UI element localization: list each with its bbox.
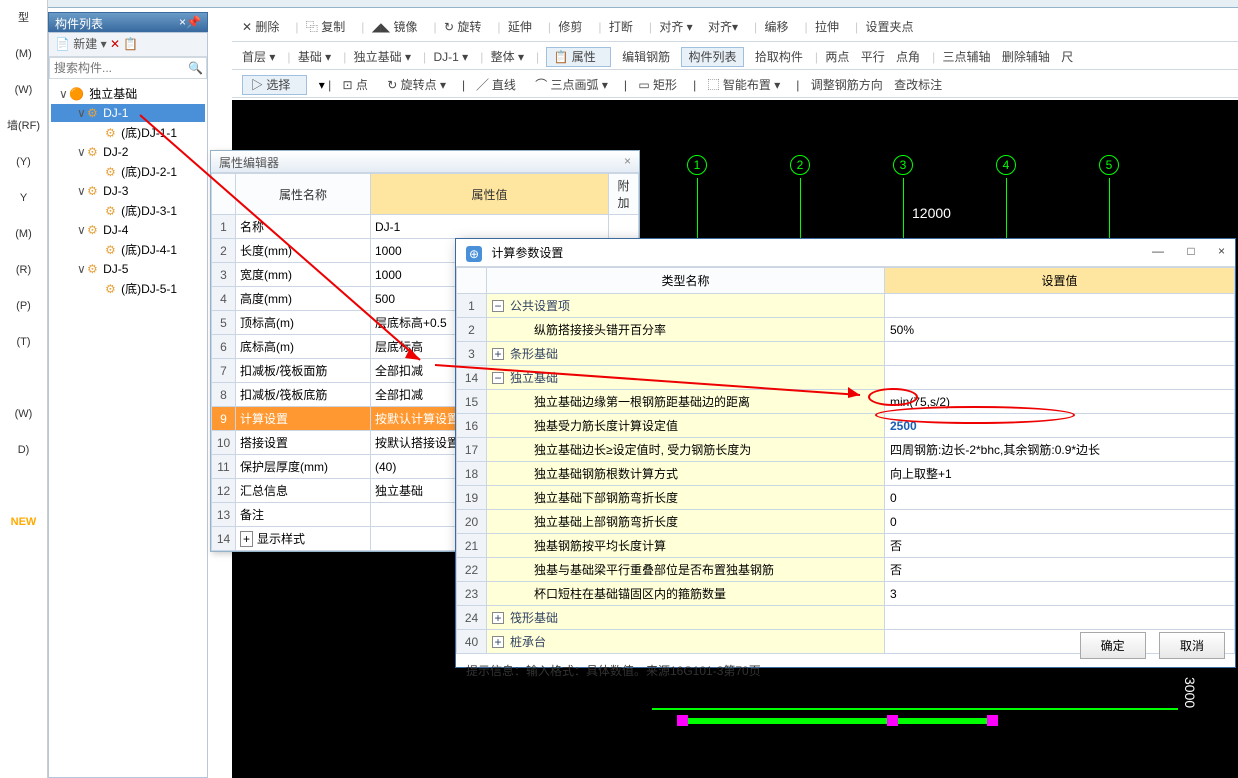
- toolbar-draw: ▷ 选择 ▾ | ⊡ 点 ↻ 旋转点 ▾| ╱ 直线 ⌒ 三点画弧 ▾| ▭ 矩…: [232, 72, 1238, 98]
- dimension-text: 12000: [912, 205, 951, 221]
- tb-extend[interactable]: 延伸: [508, 18, 538, 35]
- calc-row[interactable]: 3+条形基础: [457, 342, 1235, 366]
- grid-bubble: 2: [790, 155, 810, 175]
- tb-copy[interactable]: ⿻ 复制: [306, 18, 351, 35]
- search-icon[interactable]: 🔍: [188, 61, 203, 75]
- btn-point[interactable]: ⊡ 点: [343, 78, 376, 92]
- grip-handle[interactable]: [677, 715, 688, 726]
- property-row[interactable]: 1名称DJ-1: [212, 215, 639, 239]
- sel-floor[interactable]: 首层 ▾: [242, 50, 275, 64]
- tree-item[interactable]: ∨⚙ DJ-3: [51, 182, 205, 200]
- tree-item[interactable]: ⚙ (底)DJ-5-1: [51, 278, 205, 299]
- tree-item[interactable]: ∨⚙ DJ-4: [51, 221, 205, 239]
- btn-adjust[interactable]: 调整钢筋方向: [811, 78, 883, 92]
- tb-trim[interactable]: 修剪: [558, 18, 588, 35]
- grid-bubble: 4: [996, 155, 1016, 175]
- delete-icon[interactable]: ✕: [110, 37, 120, 51]
- cancel-button[interactable]: 取消: [1159, 632, 1225, 659]
- tb-offset[interactable]: 编移: [765, 18, 795, 35]
- tree-item[interactable]: ⚙ (底)DJ-1-1: [51, 122, 205, 143]
- calc-row[interactable]: 24+筏形基础: [457, 606, 1235, 630]
- maximize-icon[interactable]: □: [1187, 244, 1194, 258]
- tb-break[interactable]: 打断: [609, 18, 639, 35]
- tb-mirror[interactable]: ◢◣ 镜像: [372, 18, 424, 35]
- calc-row[interactable]: 22独基与基础梁平行重叠部位是否布置独基钢筋否: [457, 558, 1235, 582]
- component-panel: 📄 新建 ▾ ✕ 📋 🔍 ∨🟠 独立基础∨⚙ DJ-1⚙ (底)DJ-1-1∨⚙…: [48, 32, 208, 778]
- tree-item[interactable]: ⚙ (底)DJ-2-1: [51, 161, 205, 182]
- calc-row[interactable]: 16独基受力筋长度计算设定值2500: [457, 414, 1235, 438]
- sel-mode[interactable]: 整体 ▾: [491, 50, 524, 64]
- grip-handle[interactable]: [987, 715, 998, 726]
- btn-twopoint[interactable]: 两点: [825, 50, 849, 64]
- calc-row[interactable]: 19独立基础下部钢筋弯折长度0: [457, 486, 1235, 510]
- tb-align2[interactable]: 对齐▾: [708, 18, 744, 35]
- component-tree[interactable]: ∨🟠 独立基础∨⚙ DJ-1⚙ (底)DJ-1-1∨⚙ DJ-2⚙ (底)DJ-…: [49, 79, 207, 303]
- dialog-icon: ⊕: [466, 246, 482, 262]
- tree-item[interactable]: ∨🟠 独立基础: [51, 83, 205, 104]
- btn-parallel[interactable]: 平行: [861, 50, 885, 64]
- new-button[interactable]: 📄 新建 ▾: [55, 37, 107, 51]
- sel-type[interactable]: 独立基础 ▾: [354, 50, 411, 64]
- tree-item[interactable]: ∨⚙ DJ-1: [51, 104, 205, 122]
- btn-rect[interactable]: ▭ 矩形: [638, 78, 685, 92]
- btn-ptangle[interactable]: 点角: [896, 50, 920, 64]
- calc-row[interactable]: 2纵筋搭接接头错开百分率50%: [457, 318, 1235, 342]
- btn-complist[interactable]: 构件列表: [681, 47, 743, 67]
- tree-item[interactable]: ∨⚙ DJ-2: [51, 143, 205, 161]
- tb-stretch[interactable]: 拉伸: [815, 18, 845, 35]
- tb-grip[interactable]: 设置夹点: [865, 18, 919, 35]
- sel-cat[interactable]: 基础 ▾: [298, 50, 331, 64]
- copy-icon[interactable]: 📋: [123, 37, 138, 51]
- calc-row[interactable]: 23杯口短柱在基础锚固区内的箍筋数量3: [457, 582, 1235, 606]
- calc-row[interactable]: 14−独立基础: [457, 366, 1235, 390]
- calc-row[interactable]: 15独立基础边缘第一根钢筋距基础边的距离min(75,s/2): [457, 390, 1235, 414]
- calc-row[interactable]: 18独立基础钢筋根数计算方式向上取整+1: [457, 462, 1235, 486]
- btn-rotpt[interactable]: ↻ 旋转点 ▾: [387, 78, 454, 92]
- btn-three[interactable]: 三点辅轴: [943, 50, 991, 64]
- component-list-header: 构件列表 📌 ×: [48, 12, 208, 32]
- btn-delaux[interactable]: 删除辅轴: [1002, 50, 1050, 64]
- calc-settings-dialog: ⊕ 计算参数设置 — □ × 类型名称设置值 1−公共设置项2纵筋搭接接头错开百…: [455, 238, 1236, 668]
- grip-handle[interactable]: [887, 715, 898, 726]
- grid-bubble: 3: [893, 155, 913, 175]
- close-icon[interactable]: ×: [179, 15, 186, 29]
- btn-ruler[interactable]: 尺: [1061, 50, 1073, 64]
- calc-row[interactable]: 20独立基础上部钢筋弯折长度0: [457, 510, 1235, 534]
- search-input[interactable]: [49, 57, 207, 79]
- grid-bubble: 1: [687, 155, 707, 175]
- close-icon[interactable]: ×: [1218, 244, 1225, 258]
- calc-row[interactable]: 1−公共设置项: [457, 294, 1235, 318]
- calc-row[interactable]: 21独基钢筋按平均长度计算否: [457, 534, 1235, 558]
- left-category-strip[interactable]: 型(M)(W) 墙(RF)(Y)Y (M)(R)(P) (T)(W) D) NE…: [0, 0, 48, 778]
- btn-pick[interactable]: 拾取构件: [755, 50, 803, 64]
- ok-button[interactable]: 确定: [1080, 632, 1146, 659]
- btn-rebar[interactable]: 编辑钢筋: [622, 50, 670, 64]
- btn-smart[interactable]: ⬚ 智能布置 ▾: [708, 78, 789, 92]
- btn-select[interactable]: ▷ 选择: [242, 75, 307, 95]
- btn-attr[interactable]: 📋 属性: [546, 47, 610, 67]
- sel-name[interactable]: DJ-1 ▾: [433, 50, 468, 64]
- toolbar-context: 首层 ▾| 基础 ▾| 独立基础 ▾| DJ-1 ▾| 整体 ▾| 📋 属性 编…: [232, 44, 1238, 70]
- tree-item[interactable]: ⚙ (底)DJ-4-1: [51, 239, 205, 260]
- component-toolbar: 📄 新建 ▾ ✕ 📋: [49, 33, 207, 57]
- btn-line[interactable]: ╱ 直线: [477, 78, 524, 92]
- tree-item[interactable]: ∨⚙ DJ-5: [51, 260, 205, 278]
- tb-rotate[interactable]: ↻ 旋转: [444, 18, 487, 35]
- property-editor-title[interactable]: 属性编辑器 ×: [211, 151, 639, 173]
- btn-check[interactable]: 查改标注: [894, 78, 942, 92]
- minimize-icon[interactable]: —: [1152, 244, 1164, 258]
- tree-item[interactable]: ⚙ (底)DJ-3-1: [51, 200, 205, 221]
- tb-align[interactable]: 对齐 ▾: [659, 18, 698, 35]
- toolbar-edit: ✕ 删除| ⿻ 复制| ◢◣ 镜像| ↻ 旋转| 延伸| 修剪| 打断| 对齐 …: [232, 16, 1238, 42]
- calc-row[interactable]: 17独立基础边长≥设定值时, 受力钢筋长度为四周钢筋:边长-2*bhc,其余钢筋…: [457, 438, 1235, 462]
- pin-icon[interactable]: 📌: [186, 15, 201, 29]
- close-icon[interactable]: ×: [624, 154, 631, 168]
- dialog-titlebar[interactable]: ⊕ 计算参数设置 — □ ×: [456, 239, 1235, 267]
- grid-bubble: 5: [1099, 155, 1119, 175]
- tb-delete[interactable]: ✕ 删除: [242, 18, 285, 35]
- btn-arc[interactable]: ⌒ 三点画弧 ▾: [535, 78, 616, 92]
